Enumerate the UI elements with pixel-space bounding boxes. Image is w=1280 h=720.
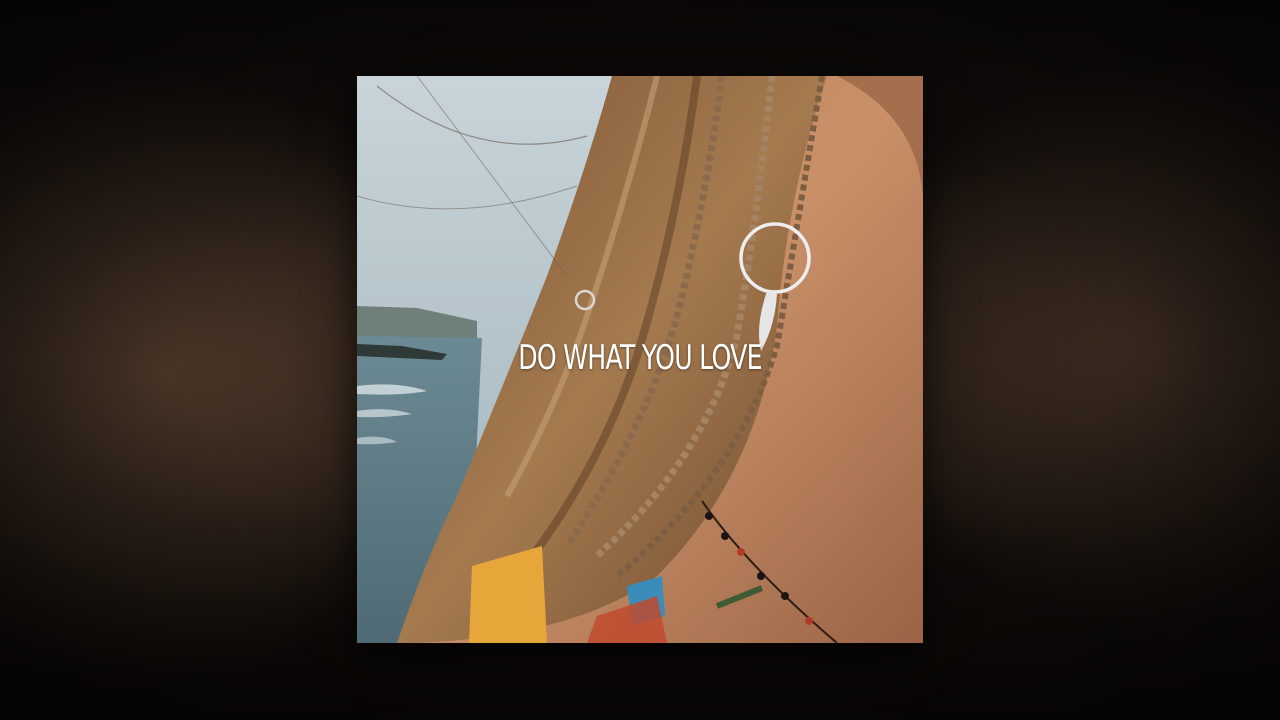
- bead: [705, 512, 713, 520]
- background: DO WHAT YOU LOVE: [0, 0, 1280, 720]
- bead: [781, 592, 789, 600]
- bead: [757, 572, 765, 580]
- album-cover: DO WHAT YOU LOVE: [357, 76, 923, 643]
- bead: [721, 532, 729, 540]
- cover-title: DO WHAT YOU LOVE: [518, 338, 762, 378]
- bead: [805, 617, 813, 625]
- bead: [737, 548, 745, 556]
